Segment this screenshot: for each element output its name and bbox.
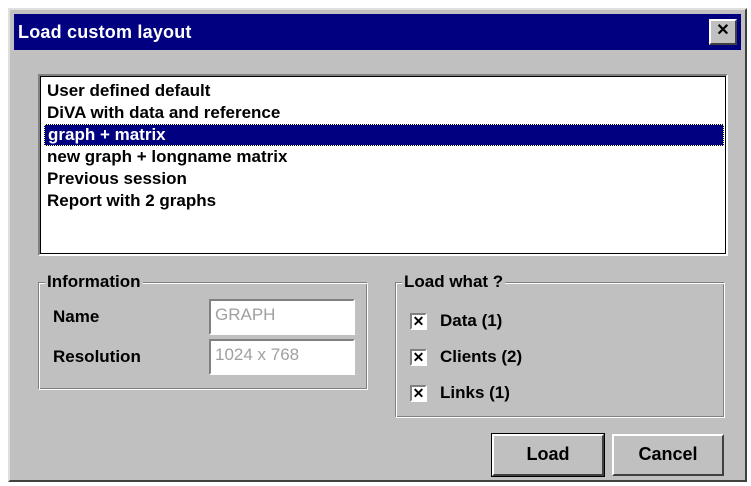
close-icon: ✕: [716, 22, 730, 39]
load-button-label: Load: [526, 444, 570, 464]
load-button[interactable]: Load: [491, 433, 605, 477]
information-group: Information Name GRAPH Resolution 1024 x…: [38, 272, 368, 390]
list-item[interactable]: User defined default: [44, 80, 210, 102]
links-checkbox-label[interactable]: Links (1): [440, 383, 510, 403]
title-bar[interactable]: Load custom layout ✕: [14, 14, 741, 50]
load-what-group-label: Load what ?: [402, 272, 506, 292]
resolution-label: Resolution: [53, 347, 141, 366]
name-label: Name: [53, 307, 100, 326]
load-custom-layout-dialog: Load custom layout ✕ User defined defaul…: [8, 8, 747, 482]
dialog-title: Load custom layout: [18, 22, 192, 42]
list-item[interactable]: Report with 2 graphs: [44, 190, 216, 212]
load-what-group: Load what ? ✕ Data (1) ✕ Clients (2) ✕ L…: [395, 272, 725, 418]
checkbox-checked-icon[interactable]: ✕: [410, 385, 427, 402]
checkbox-checked-icon[interactable]: ✕: [410, 349, 427, 366]
clients-checkbox-label[interactable]: Clients (2): [440, 347, 522, 367]
layout-listbox[interactable]: User defined default DiVA with data and …: [38, 74, 728, 256]
name-field[interactable]: GRAPH: [209, 299, 355, 335]
checkbox-checked-icon[interactable]: ✕: [410, 313, 427, 330]
cancel-button[interactable]: Cancel: [612, 434, 724, 476]
list-item[interactable]: DiVA with data and reference: [44, 102, 280, 124]
resolution-field[interactable]: 1024 x 768: [209, 339, 355, 375]
data-checkbox-label[interactable]: Data (1): [440, 311, 502, 331]
list-item[interactable]: new graph + longname matrix: [44, 146, 287, 168]
list-item-selected[interactable]: graph + matrix: [44, 124, 724, 146]
cancel-button-label: Cancel: [638, 444, 698, 464]
list-item[interactable]: Previous session: [44, 168, 187, 190]
close-button[interactable]: ✕: [709, 19, 737, 45]
information-group-label: Information: [45, 272, 143, 292]
